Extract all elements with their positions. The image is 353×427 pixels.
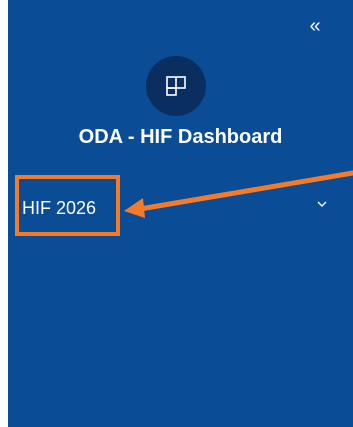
app-logo bbox=[146, 56, 206, 116]
sidebar-item-hif-2026[interactable]: HIF 2026 bbox=[8, 178, 353, 236]
double-chevron-left-icon: « bbox=[309, 15, 321, 37]
collapse-sidebar-button[interactable]: « bbox=[305, 16, 325, 36]
sidebar-panel: « ODA - HIF Dashboard HIF 2026 bbox=[8, 0, 353, 427]
app-title: ODA - HIF Dashboard bbox=[78, 126, 283, 148]
sidebar-item-label: HIF 2026 bbox=[22, 198, 97, 218]
chevron-down-icon bbox=[317, 201, 327, 207]
layout-grid-icon bbox=[166, 76, 186, 96]
